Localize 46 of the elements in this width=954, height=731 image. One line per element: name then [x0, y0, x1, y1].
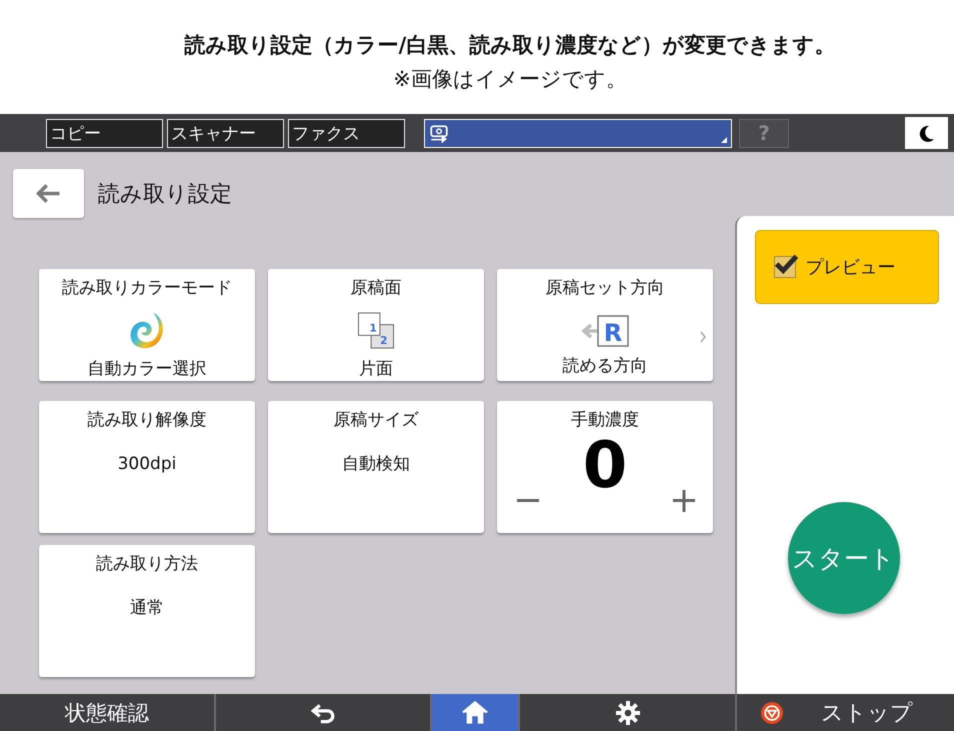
tile-value: 300dpi — [118, 453, 176, 476]
start-button[interactable]: スタート — [788, 502, 900, 614]
tile-value: 自動カラー選択 — [88, 358, 206, 381]
tile-label: 手動濃度 — [571, 409, 639, 432]
setting-tile[interactable]: 読み取り方法 通常 — [39, 545, 255, 677]
tile-label: 読み取り方法 — [96, 553, 198, 576]
setting-tile[interactable]: 読み取り解像度 300dpi — [39, 401, 255, 533]
setting-tile[interactable]: 読み取りカラーモード 自動カラー選択 — [39, 269, 255, 381]
density-value: 0 — [582, 434, 628, 498]
tile-value: 読める方向 — [562, 355, 648, 378]
check-icon — [774, 253, 798, 275]
tile-label: 原稿サイズ — [334, 409, 418, 432]
home-icon — [462, 700, 488, 724]
caption-text: ※画像はイメージです。 — [393, 66, 627, 93]
tile-label: 原稿セット方向 — [546, 277, 664, 300]
setting-tile[interactable]: 原稿セット方向 R 読める方向 — [497, 269, 713, 381]
moon-icon — [918, 124, 935, 142]
tile-label: 読み取り解像度 — [88, 409, 206, 432]
tile-label: 読み取りカラーモード — [62, 277, 232, 300]
caption-text: 読み取り設定（カラー/白黒、読み取り濃度など）が変更できます。 — [184, 32, 836, 59]
arrow-left-icon — [36, 183, 62, 204]
corner-icon — [721, 136, 727, 142]
stop-icon — [761, 702, 783, 724]
app-dropdown[interactable] — [424, 118, 732, 148]
plus-icon — [673, 490, 695, 512]
setting-tile[interactable]: 原稿サイズ 自動検知 — [268, 401, 484, 533]
app-tab[interactable]: スキャナー — [167, 118, 284, 148]
preview-button[interactable]: プレビュー — [754, 230, 938, 304]
tile-value: 片面 — [359, 358, 393, 381]
scanner-icon — [429, 124, 449, 142]
app-tab[interactable]: コピー — [46, 118, 163, 148]
preview-checkbox[interactable] — [774, 256, 796, 278]
sleep-button[interactable] — [905, 117, 948, 149]
app-tab[interactable]: ファクス — [288, 118, 405, 148]
setting-tile[interactable]: 原稿面 1 2 片面 — [268, 269, 484, 381]
plus-button[interactable] — [673, 490, 695, 512]
settings-icon — [614, 700, 640, 724]
nav-home-button[interactable] — [432, 694, 520, 731]
minus-icon — [517, 499, 539, 502]
page-title: 読み取り設定 — [98, 180, 232, 208]
tile-label: 原稿面 — [350, 277, 402, 300]
tile-value: 通常 — [130, 597, 164, 620]
preview-label: プレビュー — [806, 256, 896, 279]
setting-tile[interactable]: 手動濃度 0 — [497, 401, 713, 533]
tile-value: 自動検知 — [342, 453, 410, 476]
back-button[interactable] — [13, 169, 84, 218]
